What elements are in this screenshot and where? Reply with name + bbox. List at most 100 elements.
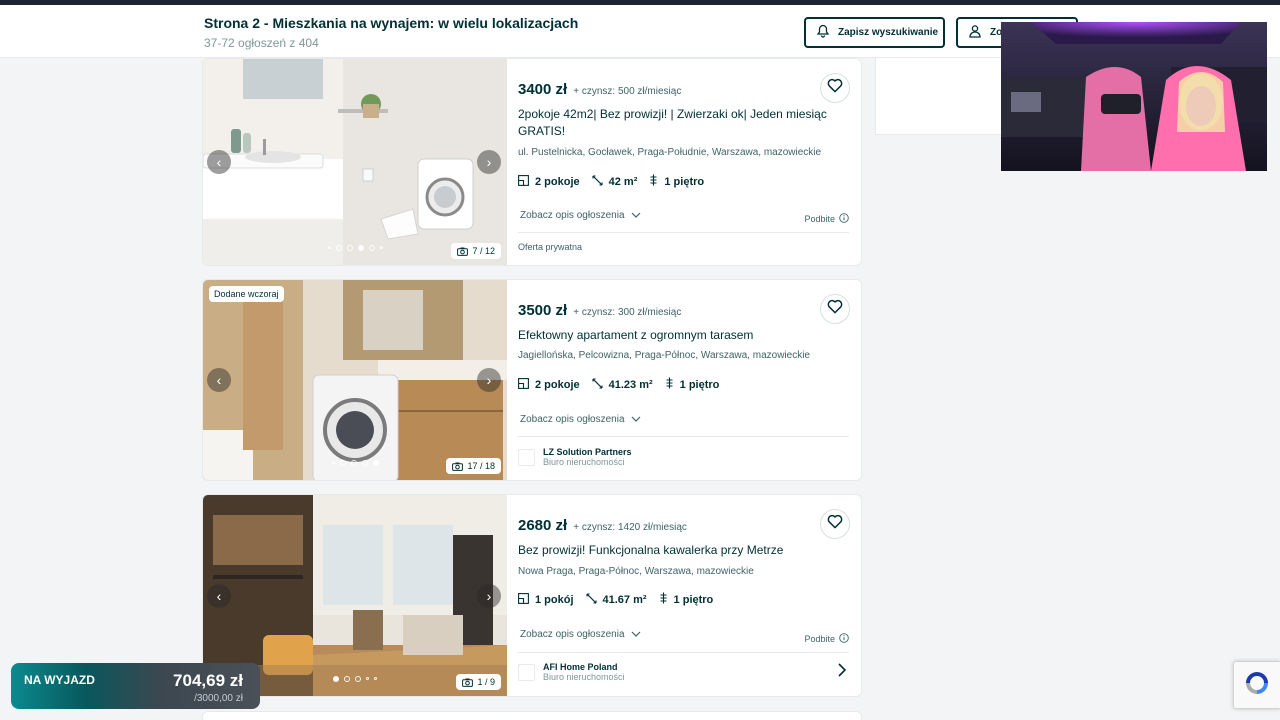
listing-card[interactable]: ‹ › 1 / 9 2680 zł + czynsz: 1420 zł/mies… <box>202 494 862 697</box>
agency-info[interactable]: LZ Solution Partners Biuro nieruchomości <box>518 447 632 467</box>
listing-location: ul. Pustelnicka, Gocławek, Praga-Południ… <box>518 147 822 158</box>
results-count: 37-72 ogłoszeń z 404 <box>204 36 319 50</box>
rooms-text: 1 pokój <box>535 593 574 606</box>
floorplan-icon <box>518 174 529 189</box>
agency-text: AFI Home Poland Biuro nieruchomości <box>543 662 625 682</box>
boosted-badge[interactable]: Podbite <box>804 633 849 645</box>
listing-price: 3400 zł <box>518 81 568 98</box>
photo-prev-button[interactable]: ‹ <box>207 150 231 174</box>
info-icon <box>839 213 849 225</box>
listing-params: 2 pokoje 42 m² 1 piętro <box>518 174 704 189</box>
donation-goal-overlay: NA WYJAZD 704,69 zł /3000,00 zł <box>11 663 260 709</box>
seller-private: Oferta prywatna <box>518 242 583 252</box>
listing-card[interactable]: ‹ › 7 / 12 3400 zł + czynsz: 500 zł/mies… <box>202 58 862 266</box>
listing-rent: + czynsz: 500 zł/miesiąc <box>573 86 682 97</box>
show-description-link[interactable]: Zobacz opis ogłoszenia <box>520 414 641 425</box>
listing-location: Jagiellońska, Pelcowizna, Praga-Północ, … <box>518 350 810 361</box>
photo-dot <box>327 246 331 249</box>
photo-dot <box>366 677 369 680</box>
photo-prev-button[interactable]: ‹ <box>207 368 231 392</box>
bell-icon <box>816 24 830 41</box>
photo-next-button[interactable]: › <box>477 150 501 174</box>
param-area: 41.67 m² <box>585 592 647 607</box>
goal-target: /3000,00 zł <box>194 693 243 704</box>
photo-dot <box>355 676 361 682</box>
listing-card-partial[interactable] <box>202 711 862 720</box>
photo-next-button[interactable]: › <box>477 583 501 608</box>
divider <box>518 436 849 437</box>
goal-label: NA WYJAZD <box>24 673 95 687</box>
show-description-label: Zobacz opis ogłoszenia <box>520 629 625 640</box>
agency-logo <box>518 663 535 681</box>
listing-price: 3500 zł <box>518 302 568 319</box>
price-row: 2680 zł + czynsz: 1420 zł/miesiąc <box>518 517 687 534</box>
param-floor: 1 piętro <box>649 174 704 189</box>
price-row: 3400 zł + czynsz: 500 zł/miesiąc <box>518 81 681 98</box>
photo-dot <box>331 461 335 464</box>
show-description-link[interactable]: Zobacz opis ogłoszenia <box>520 629 641 640</box>
chevron-down-icon <box>631 629 641 640</box>
listing-price: 2680 zł <box>518 517 568 534</box>
agency-chevron-icon[interactable] <box>837 662 847 683</box>
favorite-button[interactable] <box>820 73 850 103</box>
camera-icon <box>457 247 469 256</box>
chevron-down-icon <box>631 414 641 425</box>
new-listing-badge: Dodane wczoraj <box>209 286 284 302</box>
save-search-button[interactable]: Zapisz wyszukiwanie <box>804 17 945 48</box>
listing-rent: + czynsz: 300 zł/miesiąc <box>573 307 682 318</box>
photo-dot <box>335 245 342 251</box>
stairs-icon <box>665 377 674 392</box>
param-rooms: 1 pokój <box>518 592 574 607</box>
area-text: 42 m² <box>608 175 638 188</box>
photo-dot-active <box>333 676 339 682</box>
favorite-button[interactable] <box>820 509 850 539</box>
photo-dot <box>379 246 383 249</box>
photo-dot <box>361 460 368 466</box>
listing-params: 2 pokoje 41.23 m² 1 piętro <box>518 377 719 392</box>
floor-text: 1 piętro <box>673 593 714 606</box>
show-description-label: Zobacz opis ogłoszenia <box>520 414 625 425</box>
listing-info: 2680 zł + czynsz: 1420 zł/miesiąc Bez pr… <box>518 495 861 696</box>
floor-text: 1 piętro <box>664 175 705 188</box>
photo-prev-button[interactable]: ‹ <box>207 583 231 608</box>
listing-photo[interactable]: ‹ › 7 / 12 <box>203 59 507 265</box>
photo-dot-active <box>372 460 379 466</box>
chevron-left-icon: ‹ <box>216 587 222 604</box>
stairs-icon <box>649 174 658 189</box>
agency-name: LZ Solution Partners <box>543 447 632 457</box>
photo-next-button[interactable]: › <box>477 368 501 392</box>
boosted-badge[interactable]: Podbite <box>804 213 849 225</box>
param-rooms: 2 pokoje <box>518 377 580 392</box>
recaptcha-badge[interactable] <box>1233 661 1280 709</box>
listing-title[interactable]: 2pokoje 42m2| Bez prowizji! | Zwierzaki … <box>518 106 835 140</box>
camera-icon <box>462 678 474 687</box>
photo-dot <box>350 460 357 466</box>
chevron-right-icon: › <box>486 587 492 604</box>
listing-photo[interactable]: Dodane wczoraj ‹ › 17 / 18 <box>203 280 507 480</box>
listing-card[interactable]: Dodane wczoraj ‹ › 17 / 18 3500 zł + czy… <box>202 279 862 481</box>
heart-icon <box>827 78 843 98</box>
photo-dot <box>339 460 346 466</box>
chevron-right-icon: › <box>486 154 492 170</box>
divider <box>518 652 849 653</box>
favorite-button[interactable] <box>820 294 850 324</box>
photo-dot <box>368 245 375 251</box>
photo-counter: 1 / 9 <box>456 674 501 690</box>
area-text: 41.67 m² <box>602 593 647 606</box>
photo-dot <box>374 677 377 680</box>
ruler-icon <box>592 174 603 189</box>
show-description-link[interactable]: Zobacz opis ogłoszenia <box>520 210 641 221</box>
listing-location: Nowa Praga, Praga-Północ, Warszawa, mazo… <box>518 566 754 577</box>
listing-title[interactable]: Efektowny apartament z ogromnym tarasem <box>518 327 835 344</box>
listing-info: 3400 zł + czynsz: 500 zł/miesiąc 2pokoje… <box>518 59 861 265</box>
agency-type: Biuro nieruchomości <box>543 457 625 467</box>
save-search-label: Zapisz wyszukiwanie <box>838 27 939 38</box>
listing-rent: + czynsz: 1420 zł/miesiąc <box>573 522 687 533</box>
agency-info[interactable]: AFI Home Poland Biuro nieruchomości <box>518 662 625 682</box>
side-panel <box>875 58 1005 135</box>
listing-title[interactable]: Bez prowizji! Funkcjonalna kawalerka prz… <box>518 542 835 559</box>
param-area: 42 m² <box>592 174 638 189</box>
price-row: 3500 zł + czynsz: 300 zł/miesiąc <box>518 302 681 319</box>
photo-dot-active <box>357 245 364 251</box>
photo-counter: 7 / 12 <box>451 243 501 259</box>
